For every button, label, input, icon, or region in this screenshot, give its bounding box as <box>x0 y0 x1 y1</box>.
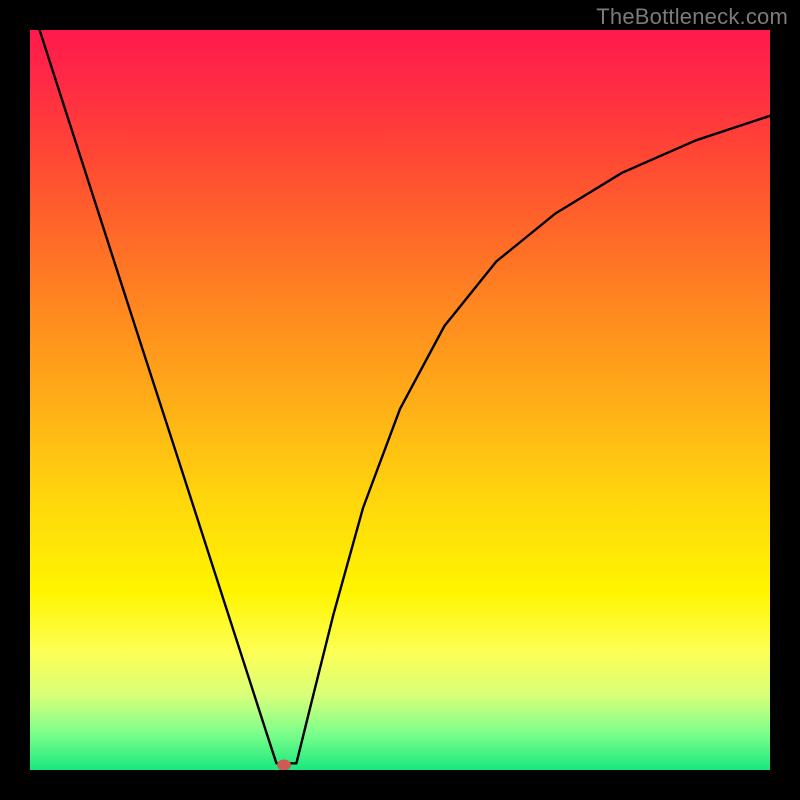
plot-area <box>30 30 770 770</box>
watermark-text: TheBottleneck.com <box>596 4 788 30</box>
optimum-marker <box>277 759 291 770</box>
chart-frame: TheBottleneck.com <box>0 0 800 800</box>
bottleneck-curve <box>30 30 770 770</box>
